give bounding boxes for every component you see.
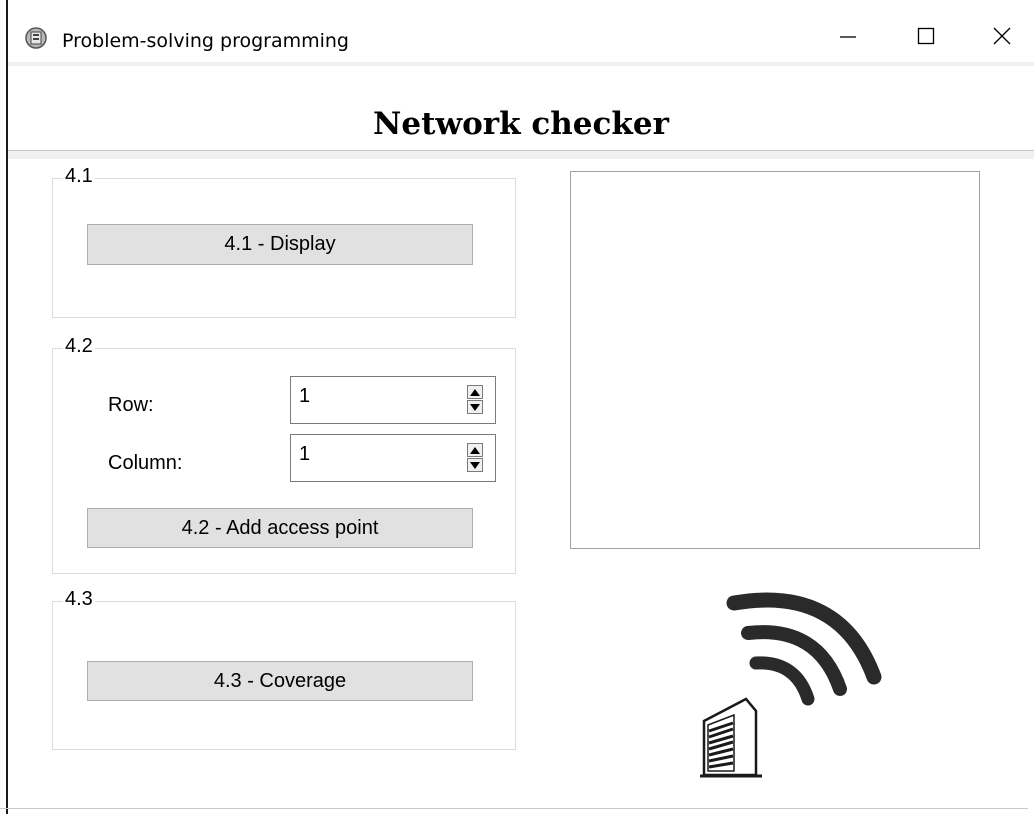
group-4-1-legend: 4.1 bbox=[63, 165, 95, 188]
group-4-2-legend: 4.2 bbox=[63, 335, 95, 358]
column-label: Column: bbox=[108, 452, 183, 474]
close-icon bbox=[993, 27, 1011, 45]
arrow-down-icon bbox=[470, 461, 480, 469]
building-icon bbox=[700, 697, 762, 778]
row-increment-button[interactable] bbox=[467, 385, 483, 399]
arrow-up-icon bbox=[470, 388, 480, 396]
column-decrement-button[interactable] bbox=[467, 458, 483, 472]
row-decrement-button[interactable] bbox=[467, 400, 483, 414]
header-divider bbox=[8, 151, 1034, 159]
column-stepper[interactable]: 1 bbox=[290, 434, 496, 482]
maximize-icon bbox=[917, 27, 935, 45]
column-value[interactable]: 1 bbox=[299, 443, 310, 466]
app-icon bbox=[25, 27, 47, 49]
arrow-up-icon bbox=[470, 446, 480, 454]
minimize-icon bbox=[840, 36, 856, 38]
close-button[interactable] bbox=[980, 18, 1024, 54]
row-label: Row: bbox=[108, 394, 154, 416]
page-title: Network checker bbox=[373, 106, 669, 142]
column-increment-button[interactable] bbox=[467, 443, 483, 457]
network-grid-panel[interactable] bbox=[570, 171, 980, 549]
add-access-point-button[interactable]: 4.2 - Add access point bbox=[87, 508, 473, 548]
row-value[interactable]: 1 bbox=[299, 385, 310, 408]
window-title: Problem-solving programming bbox=[62, 30, 349, 52]
minimize-button[interactable] bbox=[826, 18, 870, 54]
header-panel: Network checker bbox=[8, 76, 1034, 151]
display-button[interactable]: 4.1 - Display bbox=[87, 224, 473, 265]
title-bar[interactable]: Problem-solving programming bbox=[8, 0, 1034, 62]
maximize-button[interactable] bbox=[904, 18, 948, 54]
row-stepper[interactable]: 1 bbox=[290, 376, 496, 424]
arrow-down-icon bbox=[470, 403, 480, 411]
coverage-button[interactable]: 4.3 - Coverage bbox=[87, 661, 473, 701]
wifi-building-illustration bbox=[700, 592, 882, 778]
window-bottom-border bbox=[0, 808, 1028, 809]
group-4-3-legend: 4.3 bbox=[63, 588, 95, 611]
wifi-signal-icon bbox=[726, 592, 882, 706]
